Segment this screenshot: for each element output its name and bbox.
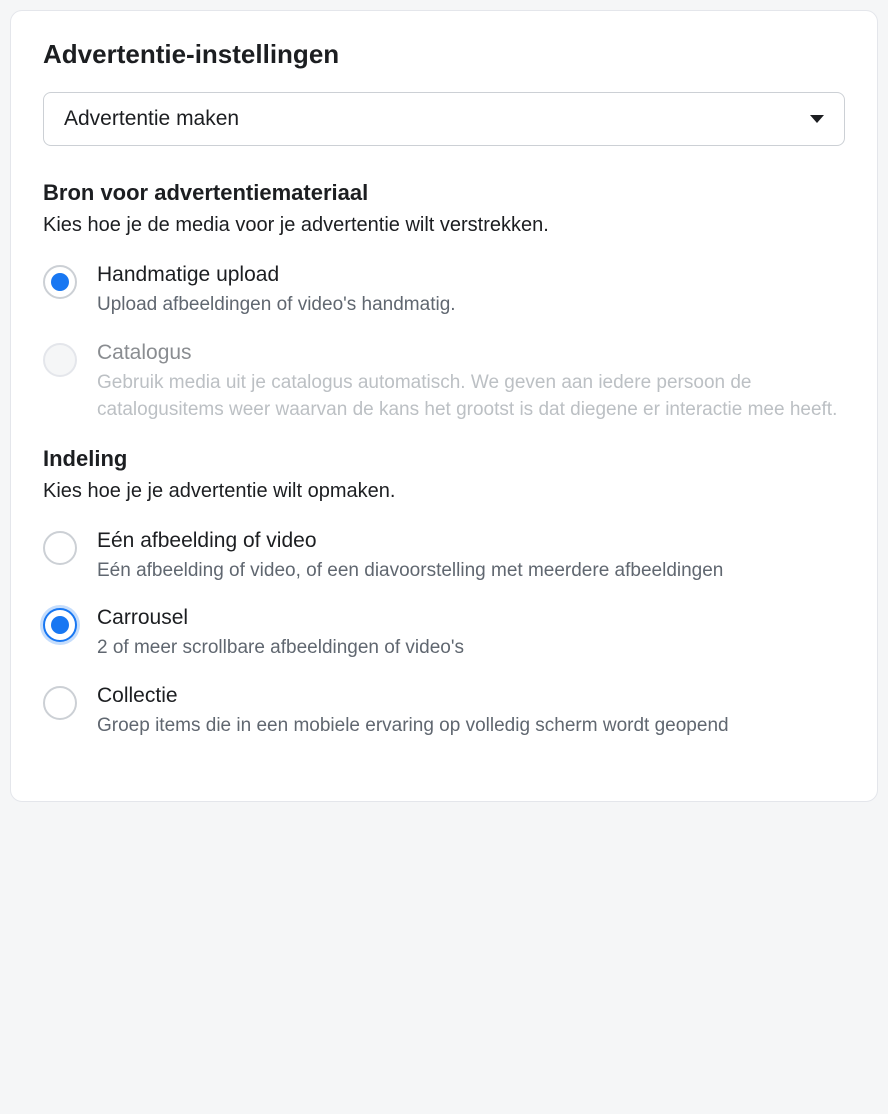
option-text: Handmatige upload Upload afbeeldingen of…: [97, 263, 845, 319]
option-title: Carrousel: [97, 606, 845, 630]
format-heading: Indeling: [43, 446, 845, 472]
option-title: Catalogus: [97, 341, 845, 365]
source-desc: Kies hoe je de media voor je advertentie…: [43, 214, 845, 237]
option-desc: Gebruik media uit je catalogus automatis…: [97, 369, 845, 424]
source-section: Bron voor advertentiemateriaal Kies hoe …: [43, 180, 845, 424]
source-heading: Bron voor advertentiemateriaal: [43, 180, 845, 206]
option-title: Collectie: [97, 684, 845, 708]
format-option-carousel[interactable]: Carrousel 2 of meer scrollbare afbeeldin…: [43, 606, 845, 662]
radio-unselected-icon[interactable]: [43, 531, 77, 565]
ad-mode-dropdown[interactable]: Advertentie maken: [43, 92, 845, 146]
option-desc: 2 of meer scrollbare afbeeldingen of vid…: [97, 634, 845, 662]
card-title: Advertentie-instellingen: [43, 39, 845, 70]
source-option-catalog: Catalogus Gebruik media uit je catalogus…: [43, 341, 845, 424]
format-desc: Kies hoe je je advertentie wilt opmaken.: [43, 480, 845, 503]
radio-selected-icon[interactable]: [43, 608, 77, 642]
radio-disabled-icon: [43, 343, 77, 377]
source-option-manual[interactable]: Handmatige upload Upload afbeeldingen of…: [43, 263, 845, 319]
option-desc: Upload afbeeldingen of video's handmatig…: [97, 291, 845, 319]
option-desc: Eén afbeelding of video, of een diavoors…: [97, 557, 845, 585]
format-option-single[interactable]: Eén afbeelding of video Eén afbeelding o…: [43, 529, 845, 585]
option-text: Carrousel 2 of meer scrollbare afbeeldin…: [97, 606, 845, 662]
format-option-collection[interactable]: Collectie Groep items die in een mobiele…: [43, 684, 845, 740]
format-section: Indeling Kies hoe je je advertentie wilt…: [43, 446, 845, 740]
option-desc: Groep items die in een mobiele ervaring …: [97, 712, 845, 740]
radio-selected-icon[interactable]: [43, 265, 77, 299]
option-title: Eén afbeelding of video: [97, 529, 845, 553]
radio-unselected-icon[interactable]: [43, 686, 77, 720]
option-text: Collectie Groep items die in een mobiele…: [97, 684, 845, 740]
option-text: Eén afbeelding of video Eén afbeelding o…: [97, 529, 845, 585]
option-title: Handmatige upload: [97, 263, 845, 287]
dropdown-label: Advertentie maken: [64, 107, 239, 131]
ad-settings-card: Advertentie-instellingen Advertentie mak…: [10, 10, 878, 802]
option-text: Catalogus Gebruik media uit je catalogus…: [97, 341, 845, 424]
caret-down-icon: [810, 115, 824, 123]
